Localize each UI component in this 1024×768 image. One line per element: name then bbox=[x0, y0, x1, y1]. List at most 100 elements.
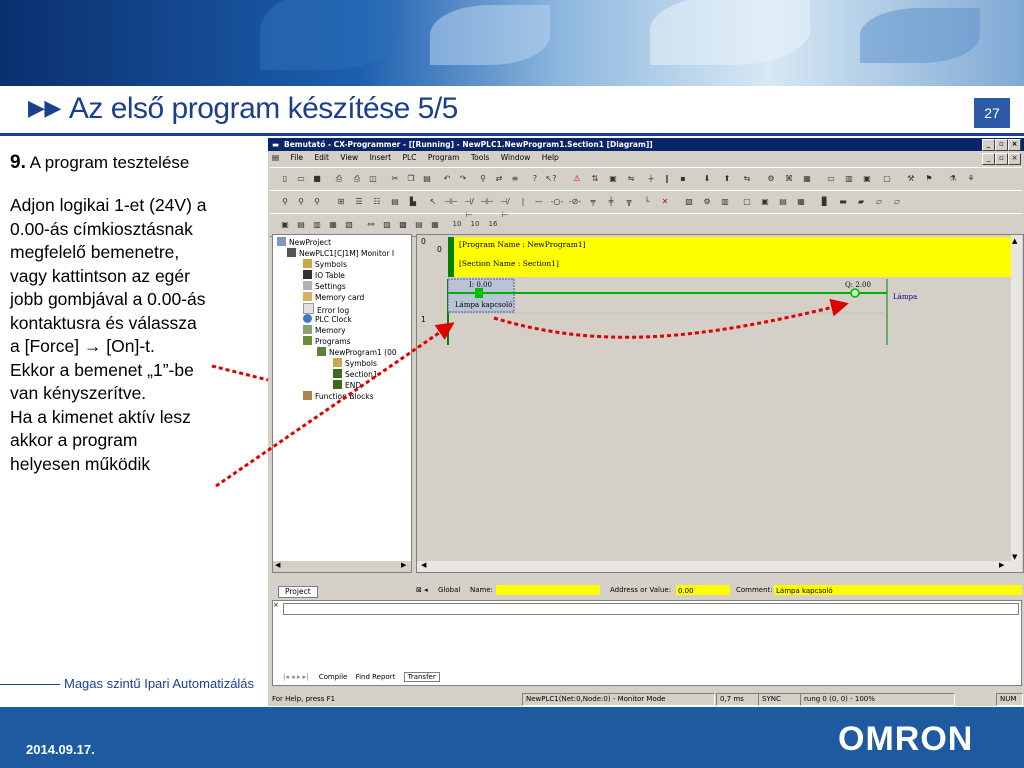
open-icon[interactable]: ▭ bbox=[294, 172, 308, 185]
zoom-in-icon[interactable]: ⚲ bbox=[278, 195, 292, 208]
watch-window-icon[interactable]: ▧ bbox=[342, 218, 356, 231]
chart-icon[interactable]: ▊ bbox=[818, 195, 832, 208]
rate-icon[interactable]: ▱ bbox=[890, 195, 904, 208]
zoom-fit-icon[interactable]: ⚲ bbox=[294, 195, 308, 208]
tree-item-project[interactable]: NewProject bbox=[277, 237, 331, 248]
force-icon[interactable]: ⚙ bbox=[700, 195, 714, 208]
set-icon[interactable]: ▥ bbox=[718, 195, 732, 208]
trend-icon[interactable]: ▬ bbox=[836, 195, 850, 208]
menu-view[interactable]: View bbox=[340, 153, 358, 162]
window-icon[interactable]: ▣ bbox=[860, 172, 874, 185]
sixteen-icon[interactable]: 16 bbox=[486, 218, 500, 231]
tool-icon[interactable]: ⚗ bbox=[946, 172, 960, 185]
tool-icon[interactable]: ⚘ bbox=[964, 172, 978, 185]
menu-insert[interactable]: Insert bbox=[370, 153, 392, 162]
coil-icon[interactable]: -○- bbox=[550, 195, 564, 208]
tree-item-section1[interactable]: Section1 bbox=[333, 369, 378, 380]
ladder-icon[interactable]: ▤ bbox=[294, 218, 308, 231]
grid-icon[interactable]: ⊞ bbox=[334, 195, 348, 208]
cut-icon[interactable]: ✂ bbox=[388, 172, 402, 185]
tab-project[interactable]: Project bbox=[278, 586, 318, 598]
find-icon[interactable]: ⚲ bbox=[476, 172, 490, 185]
tool-icon[interactable]: ⚑ bbox=[922, 172, 936, 185]
contact-symbol[interactable] bbox=[475, 288, 483, 298]
memory-icon[interactable]: ▦ bbox=[800, 172, 814, 185]
print-icon[interactable]: ⎙ bbox=[350, 172, 364, 185]
menu-plc[interactable]: PLC bbox=[402, 153, 416, 162]
tree-item-programs[interactable]: Programs bbox=[303, 336, 351, 347]
close-button[interactable]: × bbox=[1008, 139, 1021, 151]
horizontal-line-icon[interactable]: — bbox=[532, 195, 546, 208]
doc-minimize-button[interactable]: _ bbox=[982, 153, 995, 165]
tree-item-memory-card[interactable]: Memory card bbox=[303, 292, 364, 303]
save-icon[interactable]: ■ bbox=[310, 172, 324, 185]
tree-item-plc-clock[interactable]: PLC Clock bbox=[303, 314, 352, 325]
doc-restore-button[interactable]: ▫ bbox=[995, 153, 1008, 165]
scroll-right-icon[interactable]: ▶ bbox=[999, 561, 1004, 569]
output-window-icon[interactable]: ▦ bbox=[326, 218, 340, 231]
contact-or-nc-icon[interactable]: ⊣/⊢ bbox=[498, 195, 512, 219]
tree-item-io-table[interactable]: IO Table bbox=[303, 270, 345, 281]
tab-compile[interactable]: Compile bbox=[319, 673, 348, 681]
address-field[interactable]: 0.00 bbox=[676, 585, 730, 595]
link-icon[interactable]: ⚯ bbox=[364, 218, 378, 231]
online-edit-icon[interactable]: ▧ bbox=[682, 195, 696, 208]
download-icon[interactable]: ⬇ bbox=[700, 172, 714, 185]
copy-icon[interactable]: ❐ bbox=[404, 172, 418, 185]
diagram-hscrollbar[interactable]: ◀ ▶ bbox=[417, 561, 1011, 572]
menu-window[interactable]: Window bbox=[501, 153, 531, 162]
transfer-icon[interactable]: ⇋ bbox=[624, 172, 638, 185]
tree-item-program-symbols[interactable]: Symbols bbox=[333, 358, 377, 369]
close-icon[interactable]: × bbox=[273, 601, 279, 609]
menu-help[interactable]: Help bbox=[542, 153, 559, 162]
line-draw-icon[interactable]: └ bbox=[640, 195, 654, 208]
diagram-vscrollbar[interactable]: ▲ ▼ bbox=[1011, 235, 1022, 572]
replace-icon[interactable]: ⇄ bbox=[492, 172, 506, 185]
instruction-icon[interactable]: ╪ bbox=[604, 195, 618, 208]
stop-icon[interactable]: ▪ bbox=[676, 172, 690, 185]
data-trace-icon[interactable]: ▥ bbox=[842, 172, 856, 185]
name-field[interactable] bbox=[496, 585, 600, 595]
tree-item-end[interactable]: END bbox=[333, 380, 361, 391]
scroll-left-icon[interactable]: ◀ bbox=[275, 561, 280, 569]
diagram-canvas[interactable]: [Program Name : NewProgram1] [Section Na… bbox=[445, 235, 1013, 572]
zoom-out-icon[interactable]: ⚲ bbox=[310, 195, 324, 208]
zoom-icon[interactable]: ◫ bbox=[366, 172, 380, 185]
list-icon[interactable]: ☷ bbox=[370, 195, 384, 208]
print-preview-icon[interactable]: ⎙ bbox=[332, 172, 346, 185]
tree-item-program[interactable]: NewProgram1 (00 bbox=[317, 347, 397, 358]
cancel-edit-icon[interactable]: ▤ bbox=[776, 195, 790, 208]
coil-nc-icon[interactable]: -⊘- bbox=[568, 195, 582, 208]
scroll-left-icon[interactable]: ◀ bbox=[421, 561, 426, 569]
reset-icon[interactable]: ▢ bbox=[740, 195, 754, 208]
minimize-button[interactable]: _ bbox=[982, 139, 995, 151]
transfer-edit-icon[interactable]: ▣ bbox=[758, 195, 772, 208]
coil-symbol[interactable] bbox=[850, 288, 860, 298]
comment-icon[interactable]: ☰ bbox=[352, 195, 366, 208]
nav-arrows[interactable]: ⊠ ◂ bbox=[416, 584, 428, 596]
redo-icon[interactable]: ↷ bbox=[456, 172, 470, 185]
menu-file[interactable]: File bbox=[290, 153, 303, 162]
context-help-icon[interactable]: ↖? bbox=[544, 172, 558, 185]
diff-icon[interactable]: ▦ bbox=[794, 195, 808, 208]
paste-icon[interactable]: ▤ bbox=[420, 172, 434, 185]
undo-icon[interactable]: ↶ bbox=[440, 172, 454, 185]
pause-icon[interactable]: ‖ bbox=[660, 172, 674, 185]
warning-icon[interactable]: ⚠ bbox=[570, 172, 584, 185]
comment-field[interactable]: Lámpa kapcsoló bbox=[774, 585, 1022, 595]
contact-or-icon[interactable]: ⊣⊢ bbox=[480, 195, 494, 208]
contact-no-icon[interactable]: ⊣⊢ bbox=[444, 195, 458, 208]
contact-nc-icon[interactable]: ⊣/⊢ bbox=[462, 195, 476, 219]
menu-tools[interactable]: Tools bbox=[471, 153, 489, 162]
online-icon[interactable]: ⇅ bbox=[588, 172, 602, 185]
scroll-down-icon[interactable]: ▼ bbox=[1012, 553, 1017, 561]
instruction-icon[interactable]: ╤ bbox=[586, 195, 600, 208]
props-icon[interactable]: ▩ bbox=[396, 218, 410, 231]
tab-nav-icons[interactable]: |◂ ◂ ▸ ▸| bbox=[283, 673, 308, 681]
tree-hscrollbar[interactable]: ◀ ▶ bbox=[273, 561, 411, 572]
find-all-icon[interactable]: ≡ bbox=[508, 172, 522, 185]
menu-edit[interactable]: Edit bbox=[314, 153, 329, 162]
io-icon[interactable]: ⌘ bbox=[782, 172, 796, 185]
ten-icon[interactable]: 10 bbox=[450, 218, 464, 231]
mnemonic-icon[interactable]: ▥ bbox=[310, 218, 324, 231]
